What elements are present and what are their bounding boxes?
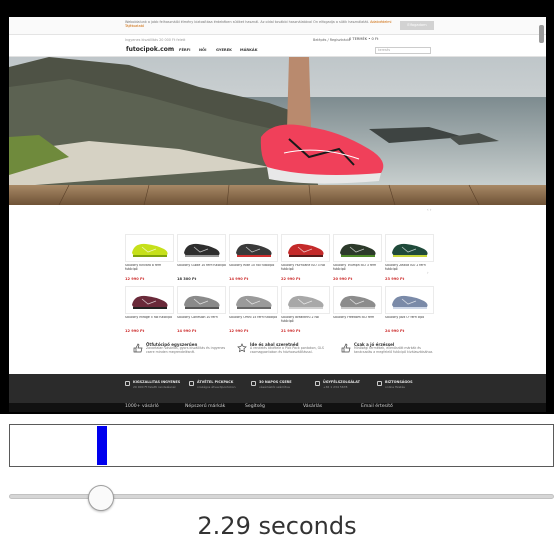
feature-desc: Zavartalan vásárlás, gyors kiszállítás é… bbox=[146, 346, 226, 354]
footer-item[interactable]: ÁTVÉTEL PICKPACK országos átvevőpontokon bbox=[197, 380, 236, 389]
shipping-info: Ingyenes kiszállítás 20 000 Ft felett bbox=[125, 38, 186, 42]
product-image[interactable] bbox=[333, 234, 382, 262]
time-slider-thumb[interactable] bbox=[88, 485, 114, 511]
product-card[interactable]: Saucony Kinvara 8 férfi futócipő 12 990 F… bbox=[125, 234, 174, 284]
cookie-message: Weboldalunk a jobb felhasználói élmény b… bbox=[125, 20, 370, 24]
feature-strip: Ötfutócipő egyszerűen Zavartalan vásárlá… bbox=[9, 337, 546, 373]
product-card[interactable]: Saucony Omni 15 férfi futócipő 12 990 Ft bbox=[229, 286, 278, 336]
search-input[interactable]: keresés bbox=[375, 47, 431, 54]
main-nav: futocipok.com FÉRFI NŐI GYEREK MÁRKÁK ke… bbox=[9, 45, 546, 57]
product-name[interactable]: Saucony Guide 10 férfi futócipő bbox=[177, 264, 226, 272]
thumbs-up-icon bbox=[341, 343, 351, 353]
product-card[interactable]: Saucony Hurricane ISO 3 női futócipő 22 9… bbox=[281, 234, 330, 284]
feature-desc: A rendelés átvétele a Pick Pack pontokon… bbox=[250, 346, 324, 354]
product-image[interactable] bbox=[385, 286, 434, 314]
footer-link[interactable]: Vásárlás bbox=[303, 404, 322, 409]
product-price: 22 990 Ft bbox=[281, 277, 301, 281]
product-image[interactable] bbox=[281, 234, 330, 262]
product-image[interactable] bbox=[229, 286, 278, 314]
product-price: 20 990 Ft bbox=[333, 277, 353, 281]
nav-item-kids[interactable]: GYEREK bbox=[216, 48, 232, 52]
footer-item[interactable]: BIZTONSÁGOS online fizetés bbox=[385, 380, 413, 389]
footer-item[interactable]: ÜGYFÉLSZOLGÁLAT +36 1 234 5678 bbox=[323, 380, 360, 389]
product-image[interactable] bbox=[229, 234, 278, 262]
product-price: 24 990 Ft bbox=[385, 329, 405, 333]
product-name[interactable]: Saucony Jazz O' férfi cipő bbox=[385, 316, 434, 324]
product-image[interactable] bbox=[177, 234, 226, 262]
feature-desc: Minőségi termékek, ellenőrzött márkák és… bbox=[354, 346, 434, 354]
product-image[interactable] bbox=[281, 286, 330, 314]
product-price: 18 300 Ft bbox=[177, 277, 197, 281]
hero-banner[interactable] bbox=[9, 57, 546, 205]
product-card[interactable]: Saucony Freedom ISO férfi bbox=[333, 286, 382, 336]
product-name[interactable]: Saucony Ride 10 női futócipő bbox=[229, 264, 278, 272]
footer-link[interactable]: 1000+ vásárló bbox=[125, 404, 159, 409]
truck-icon bbox=[125, 381, 130, 386]
product-image[interactable] bbox=[385, 234, 434, 262]
product-image[interactable] bbox=[125, 286, 174, 314]
product-image[interactable] bbox=[177, 286, 226, 314]
refresh-icon bbox=[251, 381, 256, 386]
hero-image bbox=[9, 57, 546, 205]
nav-item-men[interactable]: FÉRFI bbox=[179, 48, 190, 52]
product-card[interactable]: Saucony Ride 10 női futócipő 14 990 Ft bbox=[229, 234, 278, 284]
phone-icon bbox=[315, 381, 320, 386]
product-card[interactable]: Saucony Guide 10 férfi futócipő 18 300 Ft bbox=[177, 234, 226, 284]
product-name[interactable]: Saucony Kinvara 8 férfi futócipő bbox=[125, 264, 174, 272]
product-price: 12 990 Ft bbox=[125, 329, 145, 333]
cookie-bar: Weboldalunk a jobb felhasználói élmény b… bbox=[9, 17, 546, 43]
product-name[interactable]: Saucony Omni 15 férfi futócipő bbox=[229, 316, 278, 324]
product-image[interactable] bbox=[333, 286, 382, 314]
thumbs-up-icon bbox=[133, 343, 143, 353]
product-card[interactable]: Saucony Cohesion 10 férfi 14 990 Ft bbox=[177, 286, 226, 336]
product-price: 21 990 Ft bbox=[281, 329, 301, 333]
footer-link[interactable]: Népszerű márkák bbox=[185, 404, 225, 409]
product-name[interactable]: Saucony Breakthru 2 női futócipő bbox=[281, 316, 330, 324]
cookie-accept-button[interactable]: Elfogadom bbox=[400, 21, 434, 30]
footer-item[interactable]: KIGSZALLITAS INGYENES 20 000 Ft feletti r… bbox=[133, 380, 180, 389]
login-link[interactable]: Belépés / Regisztráció bbox=[313, 38, 350, 42]
product-price: 23 990 Ft bbox=[385, 277, 405, 281]
product-name[interactable]: Saucony Freedom ISO férfi bbox=[333, 316, 382, 324]
product-price: 12 990 Ft bbox=[229, 329, 249, 333]
lock-icon bbox=[377, 381, 382, 386]
product-card[interactable]: Saucony Triumph ISO 3 férfi futócipő 20 9… bbox=[333, 234, 382, 284]
carousel-arrows-icon[interactable]: ‹ › bbox=[427, 207, 431, 212]
site-logo[interactable]: futocipok.com bbox=[126, 46, 174, 53]
product-card[interactable]: Saucony Zealot ISO 2 férfi futócipő 23 99… bbox=[385, 234, 434, 284]
product-card[interactable]: Saucony Mirage 5 női futócipő 12 990 Ft bbox=[125, 286, 174, 336]
product-image[interactable] bbox=[125, 234, 174, 262]
playhead-marker[interactable] bbox=[97, 426, 107, 465]
product-carousel: ‹ › › Saucony Kinvara 8 férfi futócipő 12… bbox=[9, 207, 546, 337]
webpage-screenshot: Weboldalunk a jobb felhasználói élmény b… bbox=[9, 17, 546, 412]
footer-link[interactable]: Segítség bbox=[245, 404, 265, 409]
product-card[interactable]: Saucony Jazz O' férfi cipő 24 990 Ft bbox=[385, 286, 434, 336]
product-name[interactable]: Saucony Cohesion 10 férfi bbox=[177, 316, 226, 324]
nav-item-brands[interactable]: MÁRKÁK bbox=[240, 48, 257, 52]
player-root: Weboldalunk a jobb felhasználói élmény b… bbox=[0, 0, 554, 546]
video-frame: Weboldalunk a jobb felhasználói élmény b… bbox=[0, 0, 554, 414]
product-price: 14 990 Ft bbox=[229, 277, 249, 281]
star-icon bbox=[237, 343, 247, 353]
box-icon bbox=[189, 381, 194, 386]
timeline-track[interactable] bbox=[9, 424, 554, 467]
product-price: 14 990 Ft bbox=[177, 329, 197, 333]
footer-link[interactable]: Email értesítő bbox=[361, 404, 393, 409]
product-name[interactable]: Saucony Zealot ISO 2 férfi futócipő bbox=[385, 264, 434, 272]
time-label: 2.29 seconds bbox=[197, 512, 357, 540]
product-card[interactable]: Saucony Breakthru 2 női futócipő 21 990 F… bbox=[281, 286, 330, 336]
cart-summary[interactable]: 0 TERMÉK • 0 Ft bbox=[349, 37, 378, 41]
footer-item[interactable]: 30 NAPOS CSERE vásárlástól számítva bbox=[259, 380, 292, 389]
product-name[interactable]: Saucony Triumph ISO 3 férfi futócipő bbox=[333, 264, 382, 272]
nav-item-women[interactable]: NŐI bbox=[199, 48, 206, 52]
footer-links: 1000+ vásárló Népszerű márkák Segítség V… bbox=[9, 403, 546, 412]
cookie-text: Weboldalunk a jobb felhasználói élmény b… bbox=[125, 20, 395, 29]
product-name[interactable]: Saucony Hurricane ISO 3 női futócipő bbox=[281, 264, 330, 272]
product-price: 12 990 Ft bbox=[125, 277, 145, 281]
product-name[interactable]: Saucony Mirage 5 női futócipő bbox=[125, 316, 174, 324]
